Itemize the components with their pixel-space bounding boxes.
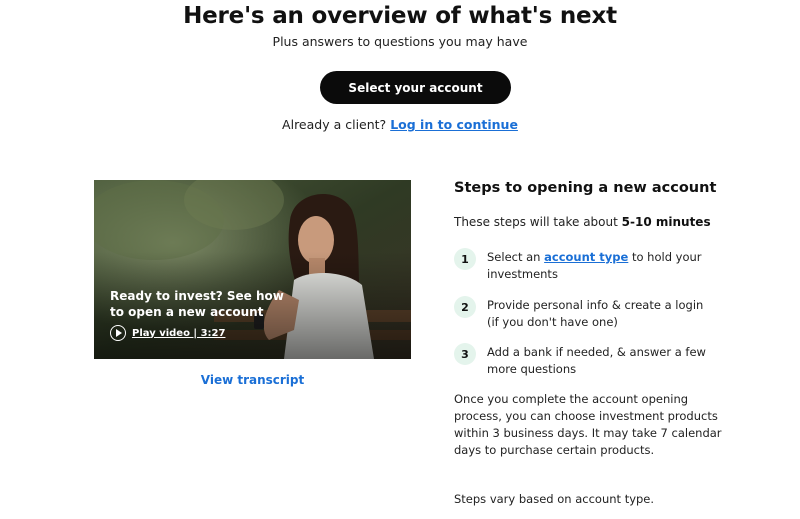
steps-intro-text: These steps will take about	[454, 215, 618, 229]
page-title: Here's an overview of what's next	[183, 3, 617, 29]
play-video-button[interactable]: Play video | 3:27	[110, 324, 225, 342]
step-text: Select an account type to hold your inve…	[487, 250, 702, 281]
login-link[interactable]: Log in to continue	[390, 117, 518, 132]
step-item-3: 3 Add a bank if needed, & answer a few m…	[454, 343, 714, 377]
select-account-button[interactable]: Select your account	[320, 71, 511, 104]
video-player[interactable]: Ready to invest? See how to open a new a…	[94, 180, 411, 359]
step-text: Add a bank if needed, & answer a few mor…	[487, 345, 706, 376]
steps-intro: These steps will take about 5-10 minutes	[454, 214, 711, 231]
video-caption: Ready to invest? See how to open a new a…	[110, 289, 284, 319]
steps-heading: Steps to opening a new account	[454, 180, 717, 196]
step-number-badge: 1	[454, 248, 476, 270]
page-subtitle: Plus answers to questions you may have	[272, 34, 528, 49]
completion-note: Once you complete the account opening pr…	[454, 392, 722, 457]
step-number-badge: 3	[454, 343, 476, 365]
step-item-1: 1 Select an account type to hold your in…	[454, 248, 714, 282]
client-login-line: Already a client? Log in to continue	[0, 116, 800, 134]
steps-vary-note: Steps vary based on account type.	[454, 492, 655, 506]
account-type-link[interactable]: account type	[544, 250, 628, 264]
play-icon	[110, 325, 126, 341]
steps-duration: 5-10 minutes	[621, 215, 711, 229]
client-prompt: Already a client?	[282, 117, 387, 132]
step-item-2: 2 Provide personal info & create a login…	[454, 296, 714, 330]
step-text: Provide personal info & create a login (…	[487, 298, 704, 329]
view-transcript-link[interactable]: View transcript	[94, 372, 411, 388]
step-number-badge: 2	[454, 296, 476, 318]
play-video-label[interactable]: Play video | 3:27	[132, 328, 225, 339]
